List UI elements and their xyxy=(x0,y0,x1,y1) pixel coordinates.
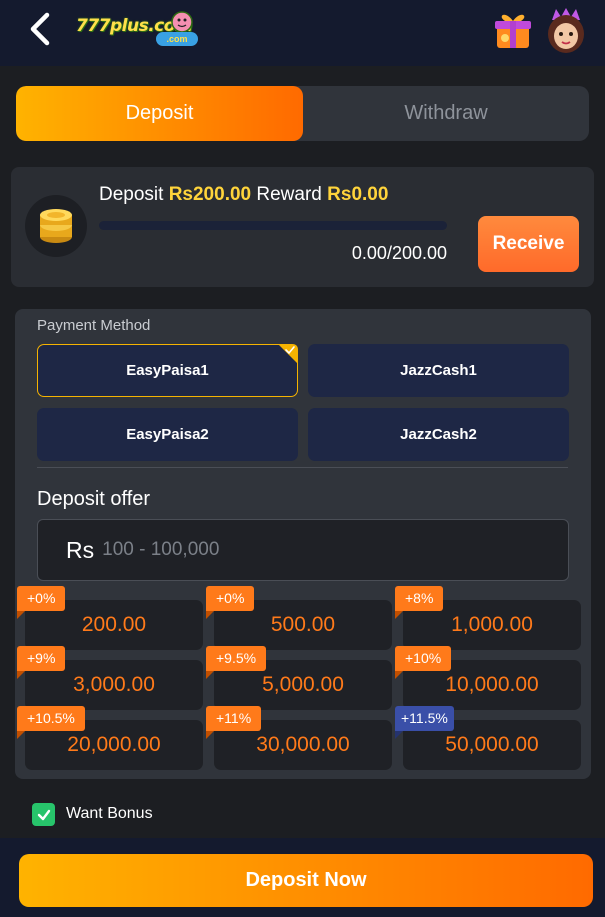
amount-input[interactable] xyxy=(102,539,503,561)
offer-amount-button[interactable]: +9.5% 5,000.00 xyxy=(206,646,392,710)
amount-field[interactable]: Rs xyxy=(37,519,569,581)
back-button[interactable] xyxy=(22,10,62,50)
offer-amount-value: 50,000.00 xyxy=(445,733,539,756)
badge-tail xyxy=(206,611,214,619)
bonus-badge: +10% xyxy=(395,646,452,671)
payment-method-label-text: JazzCash1 xyxy=(400,362,477,379)
offer-amount-value: 200.00 xyxy=(81,613,147,636)
gift-box-icon xyxy=(495,14,531,48)
offer-amount-button[interactable]: +11.5% 50,000.00 xyxy=(395,706,581,770)
bonus-badge: +10.5% xyxy=(17,706,85,731)
deposit-now-button[interactable]: Deposit Now xyxy=(19,854,593,907)
divider xyxy=(37,467,568,468)
deposit-reward-card: Deposit Rs200.00 Reward Rs0.00 0.00/200.… xyxy=(11,167,594,287)
badge-tail xyxy=(17,671,25,679)
payment-method-jazzcash1[interactable]: JazzCash1 xyxy=(308,344,569,397)
avatar-button[interactable] xyxy=(544,6,588,54)
offer-amount-value: 5,000.00 xyxy=(262,673,344,696)
badge-tail xyxy=(395,611,403,619)
logo-mascot-icon xyxy=(171,11,193,33)
offer-amount-button[interactable]: +8% 1,000.00 xyxy=(395,586,581,650)
bonus-badge: +8% xyxy=(395,586,444,611)
offer-amount-button[interactable]: +0% 500.00 xyxy=(206,586,392,650)
checkmark-icon xyxy=(37,809,50,820)
badge-tail xyxy=(206,671,214,679)
offer-amount-value: 3,000.00 xyxy=(73,673,155,696)
payment-method-label-text: JazzCash2 xyxy=(400,426,477,443)
badge-tail xyxy=(206,731,214,739)
coin-badge xyxy=(25,195,87,257)
want-bonus-checkbox[interactable] xyxy=(32,803,55,826)
offer-amount-button[interactable]: +11% 30,000.00 xyxy=(206,706,392,770)
offer-amount-value: 500.00 xyxy=(270,613,336,636)
logo-subtext: .com xyxy=(156,32,198,46)
offer-amount-button[interactable]: +0% 200.00 xyxy=(17,586,203,650)
tab-deposit[interactable]: Deposit xyxy=(16,86,303,141)
payment-panel: Payment Method EasyPaisa1 JazzCash1 Easy… xyxy=(15,309,591,779)
offer-amount-value: 20,000.00 xyxy=(67,733,161,756)
reward-summary: Deposit Rs200.00 Reward Rs0.00 xyxy=(99,184,388,206)
badge-tail xyxy=(17,611,25,619)
check-corner-icon xyxy=(278,344,298,364)
payment-method-jazzcash2[interactable]: JazzCash2 xyxy=(308,408,569,461)
deposit-withdraw-tabs: Deposit Withdraw xyxy=(16,86,589,141)
deposit-offer-title: Deposit offer xyxy=(37,488,151,510)
site-logo: 777plus.com .com xyxy=(76,10,202,50)
offer-amount-button[interactable]: +9% 3,000.00 xyxy=(17,646,203,710)
gift-button[interactable] xyxy=(491,8,535,52)
offer-amount-button[interactable]: +10% 10,000.00 xyxy=(395,646,581,710)
reward-amount: Rs0.00 xyxy=(327,184,389,205)
payment-method-label: Payment Method xyxy=(37,317,151,334)
payment-method-label-text: EasyPaisa2 xyxy=(126,426,209,443)
deposit-progress-bar xyxy=(99,221,447,230)
want-bonus-label: Want Bonus xyxy=(66,805,153,822)
currency-label: Rs xyxy=(66,536,95,563)
bonus-badge: +11.5% xyxy=(395,706,454,731)
bonus-badge: +0% xyxy=(206,586,255,611)
chevron-left-icon xyxy=(30,12,50,46)
progress-text: 0.00/200.00 xyxy=(351,243,447,263)
receive-button[interactable]: Receive xyxy=(478,216,579,272)
offer-amount-value: 10,000.00 xyxy=(445,673,539,696)
payment-method-easypaisa1[interactable]: EasyPaisa1 xyxy=(37,344,298,397)
bonus-badge: +0% xyxy=(17,586,66,611)
badge-tail xyxy=(395,671,403,679)
badge-tail xyxy=(17,731,25,739)
bonus-badge: +9.5% xyxy=(206,646,267,671)
payment-method-easypaisa2[interactable]: EasyPaisa2 xyxy=(37,408,298,461)
offer-amount-value: 1,000.00 xyxy=(451,613,533,636)
user-avatar-icon xyxy=(548,8,584,53)
tab-withdraw[interactable]: Withdraw xyxy=(303,86,589,141)
reward-label: Reward xyxy=(256,184,322,205)
offer-amount-value: 30,000.00 xyxy=(256,733,350,756)
bonus-badge: +9% xyxy=(17,646,66,671)
bonus-badge: +11% xyxy=(206,706,262,731)
deposit-target-amount: Rs200.00 xyxy=(168,184,252,205)
deposit-label: Deposit xyxy=(99,184,164,205)
offer-amount-button[interactable]: +10.5% 20,000.00 xyxy=(17,706,203,770)
payment-method-label-text: EasyPaisa1 xyxy=(126,362,209,379)
badge-tail xyxy=(395,731,403,739)
coin-stack-icon xyxy=(40,209,72,243)
